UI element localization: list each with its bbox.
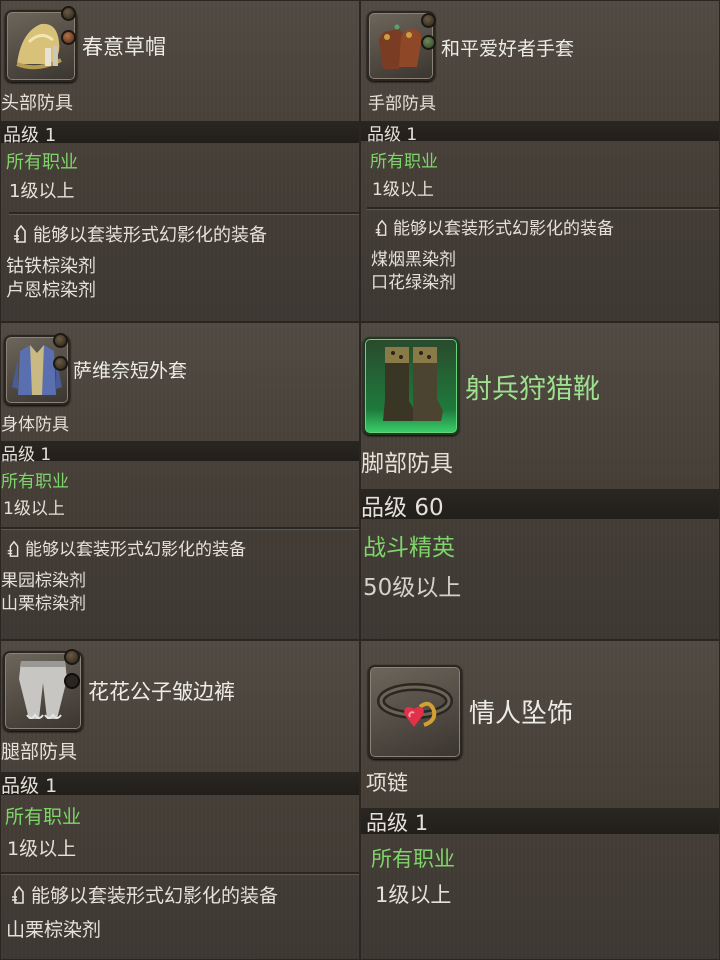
item-level: 品级 60 <box>361 488 444 522</box>
glamour-header-text: 能够以套装形式幻影化的装备 <box>31 885 279 907</box>
item-level-req: 1级以上 <box>375 883 452 907</box>
materia-slot-1 <box>64 649 80 665</box>
materia-slot-1 <box>61 6 76 21</box>
item-classes: 所有职业 <box>371 847 455 871</box>
item-name: 萨维奈短外套 <box>73 360 188 382</box>
item-name: 和平爱好者手套 <box>441 38 575 60</box>
item-level-req: 1级以上 <box>9 181 75 202</box>
heart-pendant-icon <box>368 665 462 759</box>
item-level: 品级 1 <box>1 440 51 465</box>
item-level: 品级 1 <box>1 771 57 798</box>
item-level-label: 品级 <box>1 445 35 465</box>
materia-slot-1 <box>53 333 68 348</box>
item-slot: 项链 <box>366 771 408 795</box>
glamour-header: 能够以套装形式幻影化的装备 <box>9 881 278 910</box>
item-name: 花花公子皱边裤 <box>88 680 235 704</box>
item-level-req: 1级以上 <box>3 499 65 519</box>
item-tooltip-necklace: 情人坠饰 项链 品级 1 所有职业 1级以上 <box>360 640 720 960</box>
materia-slot-2 <box>61 30 76 45</box>
item-level-req: 50级以上 <box>363 575 462 601</box>
item-level-req: 1级以上 <box>7 838 77 860</box>
glamour-header-text: 能够以套装形式幻影化的装备 <box>393 219 614 239</box>
item-level: 品级 1 <box>366 807 428 837</box>
item-classes: 所有职业 <box>370 152 438 172</box>
item-level-value: 1 <box>40 445 52 465</box>
glamour-set-icon <box>5 540 23 563</box>
item-tooltip-hat: 春意草帽 头部防具 品级 1 所有职业 1级以上 能够以套装形式幻影化的装备 钴… <box>0 0 360 322</box>
glamour-set-icon <box>11 224 31 249</box>
item-slot: 头部防具 <box>1 93 73 114</box>
glamour-set-icon <box>9 885 29 910</box>
item-tooltip-breeches: 花花公子皱边裤 腿部防具 品级 1 所有职业 1级以上 能够以套装形式幻影化的装… <box>0 640 360 960</box>
divider <box>9 212 359 215</box>
glamour-header: 能够以套装形式幻影化的装备 <box>373 214 614 242</box>
item-level-bar <box>1 441 359 461</box>
item-name: 射兵狩猎靴 <box>465 374 600 405</box>
hunting-boots-icon <box>363 337 459 435</box>
item-name: 情人坠饰 <box>469 699 574 729</box>
item-level-req: 1级以上 <box>372 180 434 200</box>
item-classes: 所有职业 <box>6 152 78 173</box>
item-slot: 腿部防具 <box>1 741 78 763</box>
item-slot: 身体防具 <box>1 415 69 435</box>
item-tooltip-coat: 萨维奈短外套 身体防具 品级 1 所有职业 1级以上 能够以套装形式幻影化的装备… <box>0 322 360 640</box>
item-level-value: 1 <box>414 811 429 835</box>
item-classes: 战斗精英 <box>363 535 455 561</box>
divider <box>367 207 719 210</box>
glamour-header-text: 能够以套装形式幻影化的装备 <box>33 225 267 246</box>
dye-1: 果园棕染剂 <box>1 571 86 591</box>
materia-slot-2 <box>421 35 436 50</box>
glamour-set-icon <box>373 219 391 242</box>
dye-2: 口花绿染剂 <box>371 273 456 293</box>
item-level-value: 60 <box>414 495 444 521</box>
dye-2: 山栗棕染剂 <box>1 594 86 614</box>
item-level: 品级 1 <box>3 121 56 147</box>
dye-1: 煤烟黑染剂 <box>371 250 456 270</box>
materia-slot-1 <box>421 13 436 28</box>
glamour-header: 能够以套装形式幻影化的装备 <box>11 221 267 249</box>
divider <box>1 872 359 875</box>
item-tooltip-boots: 射兵狩猎靴 脚部防具 品级 60 战斗精英 50级以上 <box>360 322 720 640</box>
divider <box>1 527 359 530</box>
dye-1: 山栗棕染剂 <box>6 919 102 941</box>
materia-slot-2 <box>53 356 68 371</box>
glamour-header: 能够以套装形式幻影化的装备 <box>5 535 246 563</box>
item-level-label: 品级 <box>366 811 408 835</box>
item-name: 春意草帽 <box>82 35 166 59</box>
item-level: 品级 1 <box>367 120 417 145</box>
item-level-label: 品级 <box>1 775 40 797</box>
item-level-value: 1 <box>44 125 57 146</box>
item-tooltip-gloves: 和平爱好者手套 手部防具 品级 1 所有职业 1级以上 能够以套装形式幻影化的装… <box>360 0 720 322</box>
materia-slot-2 <box>64 673 80 689</box>
item-level-label: 品级 <box>367 125 401 145</box>
dye-1: 钴铁棕染剂 <box>6 256 96 277</box>
glamour-header-text: 能够以套装形式幻影化的装备 <box>25 540 246 560</box>
item-slot: 手部防具 <box>368 94 436 114</box>
item-classes: 所有职业 <box>5 806 82 828</box>
item-level-label: 品级 <box>3 125 39 146</box>
item-classes: 所有职业 <box>1 472 69 492</box>
item-level-value: 1 <box>406 125 418 145</box>
item-level-label: 品级 <box>361 495 407 521</box>
item-slot: 脚部防具 <box>361 451 453 477</box>
item-level-value: 1 <box>45 775 58 797</box>
dye-2: 卢恩棕染剂 <box>6 280 96 301</box>
